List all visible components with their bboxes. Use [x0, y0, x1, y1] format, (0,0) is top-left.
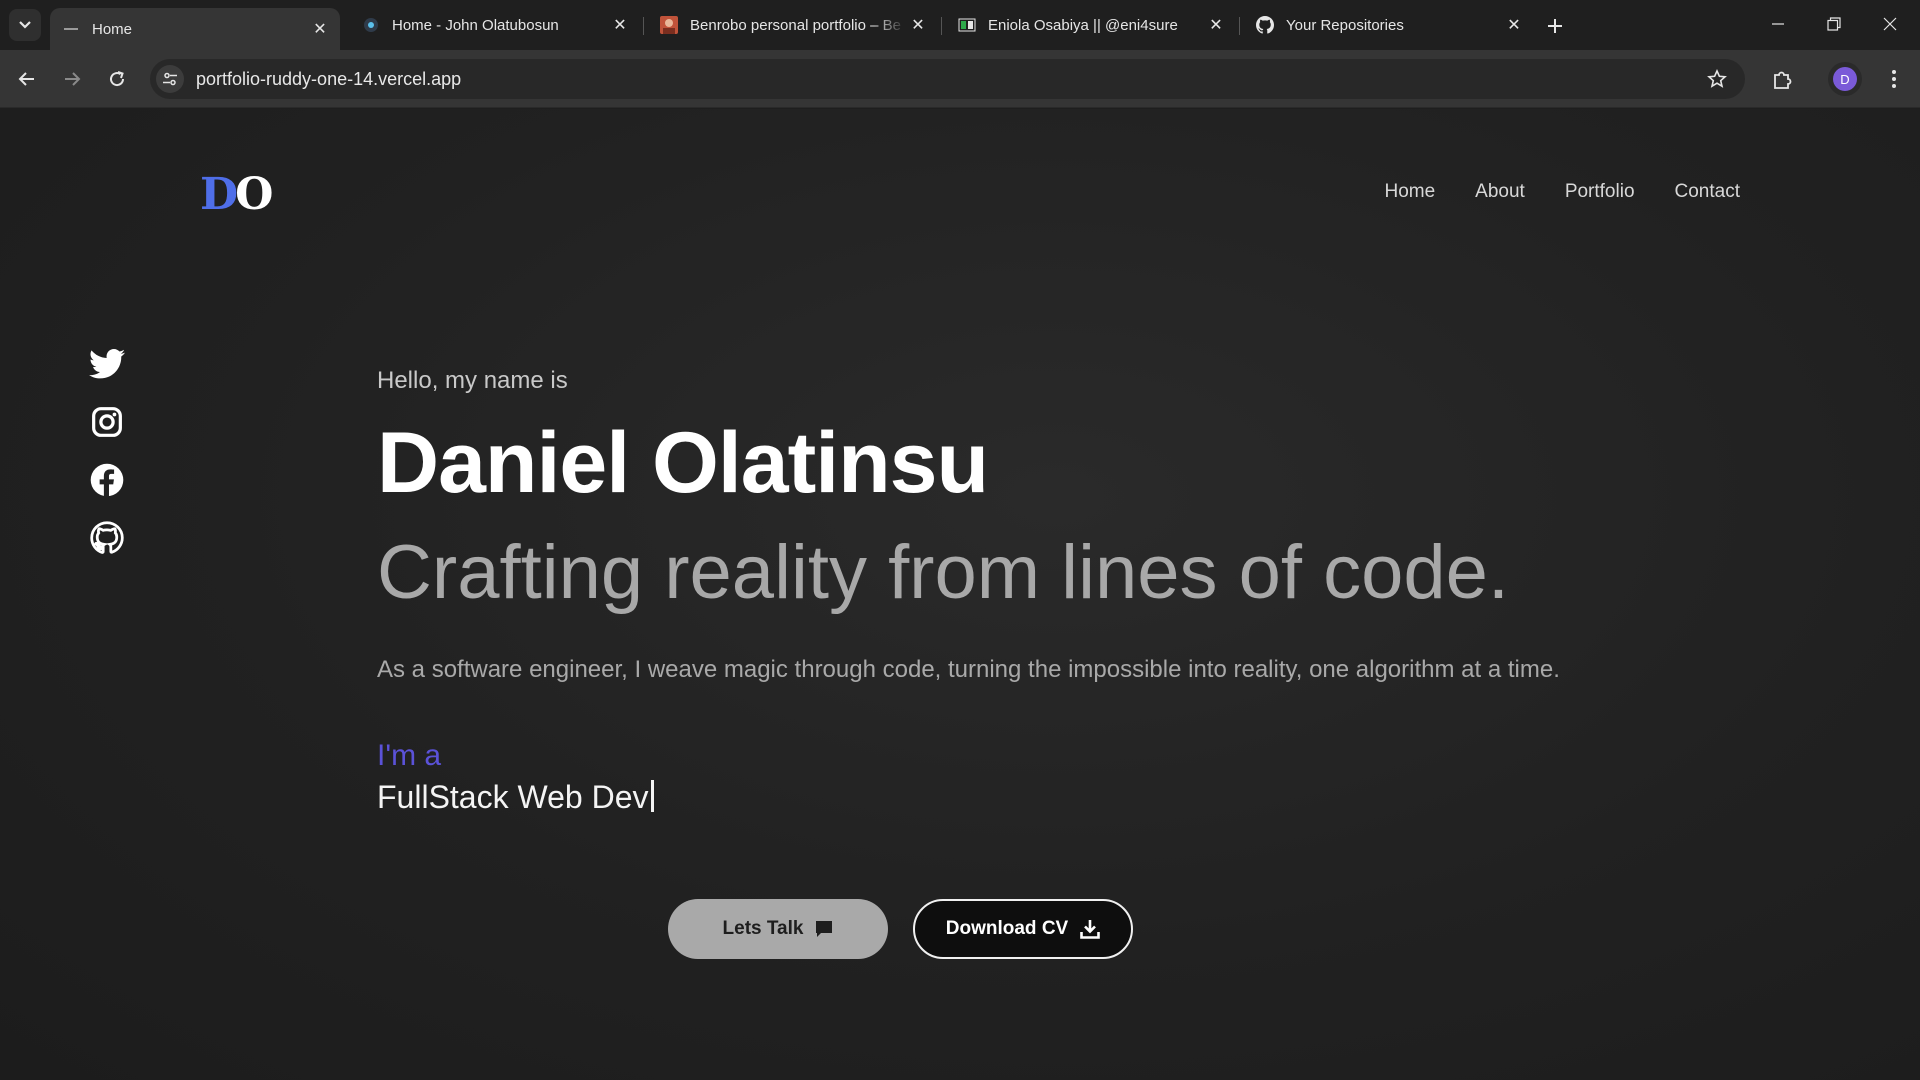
close-tab-icon[interactable]: ✕ [608, 13, 632, 37]
role-text: FullStack Web Dev [377, 779, 649, 815]
bookmark-button[interactable] [1705, 67, 1729, 91]
plus-icon [1548, 19, 1562, 33]
arrow-right-icon [65, 72, 81, 86]
github-icon [1256, 16, 1274, 34]
minimize-icon [1772, 23, 1784, 25]
address-bar[interactable]: portfolio-ruddy-one-14.vercel.app [150, 59, 1745, 99]
profile-button[interactable]: D [1828, 62, 1862, 96]
browser-toolbar: portfolio-ruddy-one-14.vercel.app D [0, 50, 1920, 108]
close-tab-icon[interactable]: ✕ [1502, 13, 1526, 37]
reload-button[interactable] [99, 61, 135, 97]
close-tab-icon[interactable]: ✕ [906, 13, 930, 37]
instagram-icon [92, 407, 122, 437]
close-window-button[interactable] [1862, 0, 1918, 48]
close-icon [1883, 17, 1897, 31]
tab-home[interactable]: Home ✕ [50, 8, 340, 50]
close-tab-icon[interactable]: ✕ [308, 17, 332, 41]
im-a-label: I'm a [377, 739, 442, 772]
github-icon [90, 521, 124, 554]
twitter-link[interactable] [88, 347, 126, 381]
restore-icon [1827, 17, 1841, 31]
nav-portfolio[interactable]: Portfolio [1565, 181, 1635, 203]
close-tab-icon[interactable]: ✕ [1204, 13, 1228, 37]
kebab-menu-icon [1892, 70, 1896, 88]
site-logo[interactable]: DO [200, 169, 274, 220]
download-icon [1080, 920, 1101, 939]
social-links [88, 347, 126, 555]
tab-search-button[interactable] [9, 9, 41, 41]
instagram-link[interactable] [88, 405, 126, 439]
tab-title: Your Repositories [1286, 16, 1404, 34]
browser-menu-button[interactable] [1876, 61, 1912, 97]
tab-separator [1239, 17, 1240, 35]
star-icon [1707, 69, 1727, 88]
tab-title: Benrobo personal portfolio – Be [690, 16, 901, 34]
hero-name: Daniel Olatinsu [377, 415, 989, 511]
green-site-icon [958, 16, 976, 34]
tab-eniola[interactable]: Eniola Osabiya || @eni4sure ✕ [946, 8, 1236, 42]
facebook-link[interactable] [88, 463, 126, 497]
hero-tagline: Crafting reality from lines of code. [377, 530, 1510, 615]
url-text[interactable]: portfolio-ruddy-one-14.vercel.app [196, 69, 461, 90]
github-link[interactable] [88, 521, 126, 555]
site-info-button[interactable] [156, 65, 184, 93]
new-tab-button[interactable] [1541, 12, 1569, 40]
download-cv-label: Download CV [945, 918, 1069, 939]
main-nav: Home About Portfolio Contact [1384, 181, 1740, 203]
tune-icon [163, 72, 177, 86]
site-globe-icon [362, 16, 380, 34]
avatar-photo-icon [660, 16, 678, 34]
back-button[interactable] [9, 61, 45, 97]
tab-strip: Home ✕ Home - John Olatubosun ✕ Benrobo … [0, 0, 1920, 50]
hero-greeting: Hello, my name is [377, 367, 568, 394]
typed-role: FullStack Web Dev [377, 779, 654, 816]
tab-your-repositories[interactable]: Your Repositories ✕ [1244, 8, 1534, 42]
logo-letter-d: D [200, 169, 238, 220]
portfolio-page: DO Home About Portfolio Contact Hello, m… [0, 109, 1920, 1080]
facebook-icon [90, 463, 124, 497]
lets-talk-label: Lets Talk [722, 918, 804, 939]
tab-title: Home [92, 20, 133, 38]
logo-letter-o: O [235, 169, 273, 220]
tab-benrobo[interactable]: Benrobo personal portfolio – Be ✕ [648, 8, 938, 42]
download-cv-button[interactable]: Download CV [913, 899, 1133, 959]
tab-john-olatubosun[interactable]: Home - John Olatubosun ✕ [350, 8, 640, 42]
arrow-left-icon [18, 72, 34, 86]
tab-title: Home - John Olatubosun [392, 16, 559, 34]
puzzle-icon [1774, 71, 1792, 89]
typing-caret [650, 780, 654, 812]
nav-about[interactable]: About [1475, 181, 1525, 203]
chat-bubble-icon [816, 921, 833, 937]
minimize-button[interactable] [1750, 0, 1806, 48]
dash-icon [62, 20, 80, 38]
reload-icon [110, 71, 125, 87]
tab-separator [643, 17, 644, 35]
avatar: D [1833, 67, 1857, 91]
forward-button[interactable] [54, 61, 90, 97]
tab-title: Eniola Osabiya || @eni4sure [988, 16, 1178, 34]
tab-separator [941, 17, 942, 35]
chevron-down-icon [19, 21, 31, 29]
nav-home[interactable]: Home [1384, 181, 1435, 203]
lets-talk-button[interactable]: Lets Talk [668, 899, 888, 959]
extensions-button[interactable] [1765, 61, 1801, 97]
nav-contact[interactable]: Contact [1675, 181, 1740, 203]
twitter-icon [89, 349, 125, 379]
restore-button[interactable] [1806, 0, 1862, 48]
hero-description: As a software engineer, I weave magic th… [377, 656, 1560, 683]
